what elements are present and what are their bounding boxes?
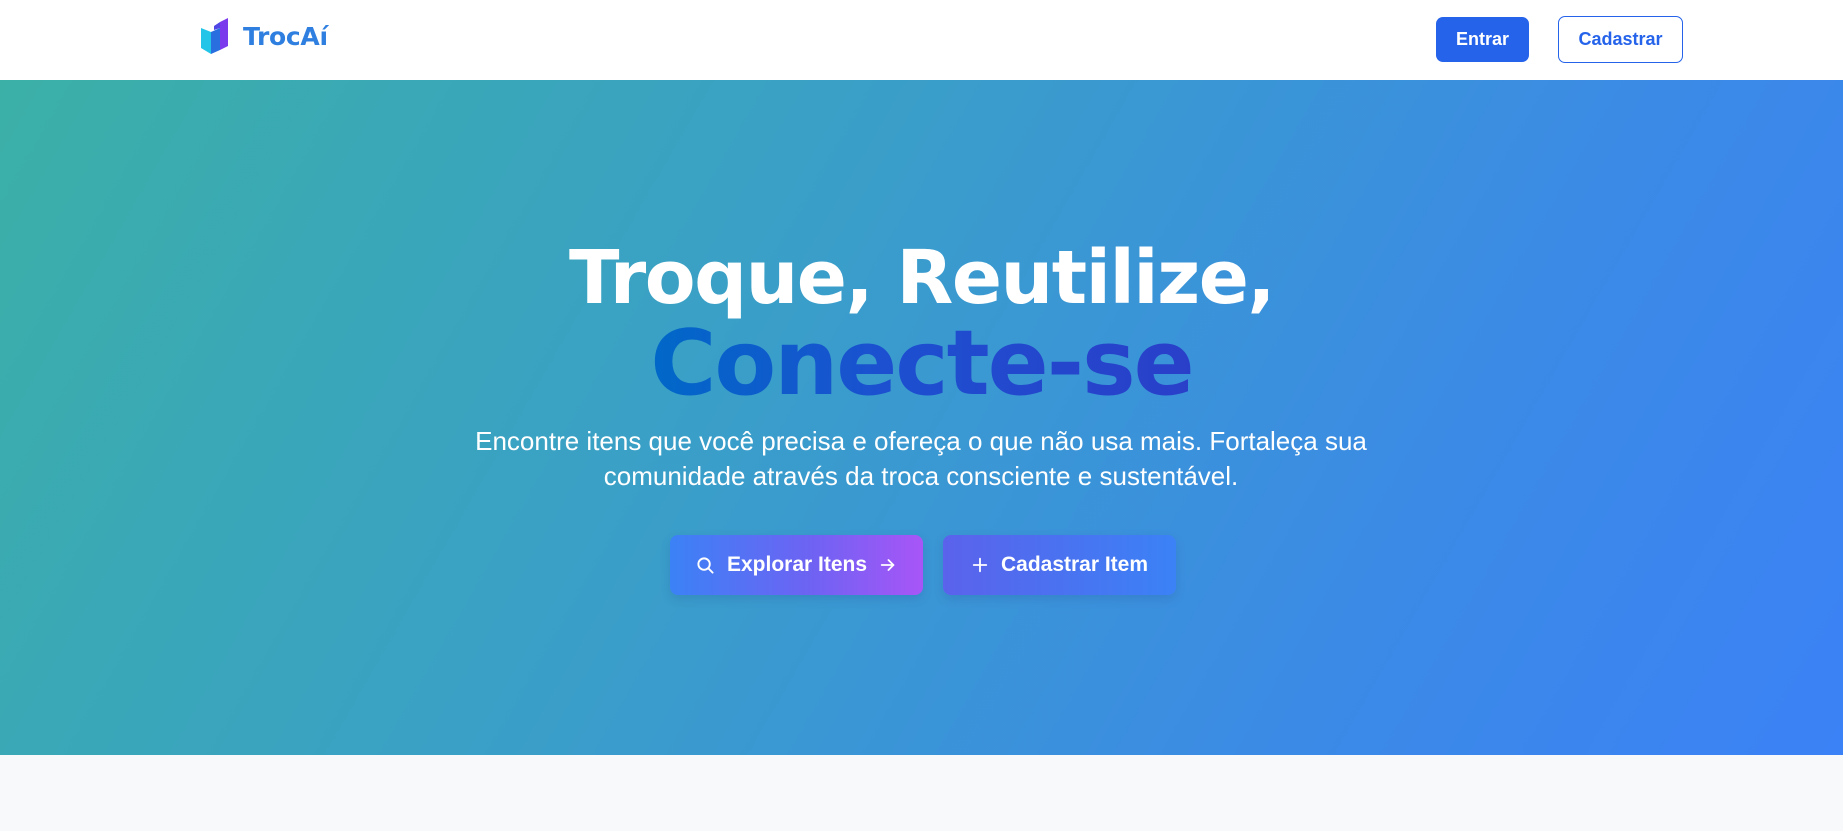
site-header: TrocAí Entrar Cadastrar bbox=[0, 0, 1843, 80]
explore-items-button[interactable]: Explorar Itens bbox=[670, 535, 923, 595]
search-icon bbox=[696, 556, 715, 575]
logo[interactable]: TrocAí bbox=[199, 16, 328, 56]
hero-subtitle: Encontre itens que você precisa e ofereç… bbox=[475, 426, 1367, 491]
signup-button[interactable]: Cadastrar bbox=[1558, 16, 1683, 63]
logo-icon bbox=[201, 18, 228, 54]
add-item-button[interactable]: Cadastrar Item bbox=[943, 535, 1176, 595]
hero-title-highlight-text: Conecte-se bbox=[650, 311, 1194, 416]
hero-title-highlight: Conecte-se bbox=[0, 312, 1843, 416]
add-item-label: Cadastrar Item bbox=[1000, 553, 1149, 576]
explore-items-label: Explorar Itens bbox=[726, 553, 868, 576]
hero-section: Troque, Reutilize, Conecte-se Encontre i… bbox=[0, 80, 1843, 755]
plus-icon bbox=[971, 556, 989, 574]
content-section bbox=[0, 755, 1843, 831]
logo-text: TrocAí bbox=[243, 21, 328, 51]
arrow-right-icon bbox=[879, 556, 897, 574]
login-button[interactable]: Entrar bbox=[1436, 17, 1529, 62]
